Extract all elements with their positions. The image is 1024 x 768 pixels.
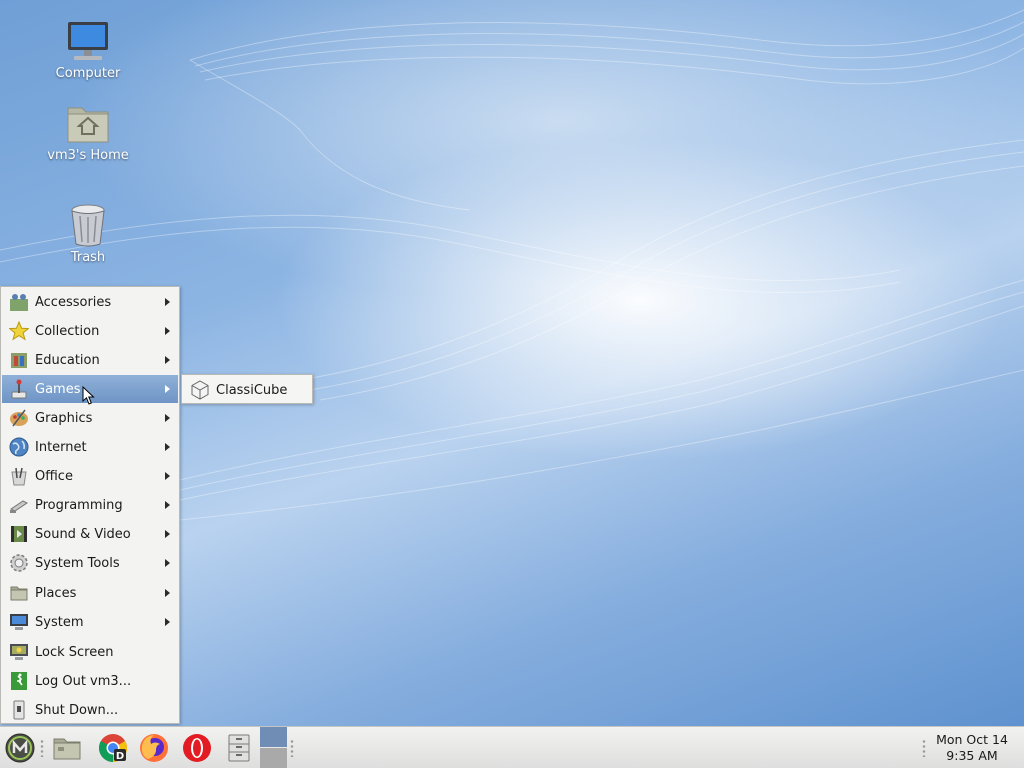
desktop-icon-computer[interactable]: Computer (38, 20, 138, 81)
shutdown-icon (8, 699, 30, 721)
workspace-2[interactable] (260, 748, 287, 768)
menu-item-label: Lock Screen (35, 644, 114, 660)
trash-icon (71, 204, 105, 247)
desktop-icon-home[interactable]: vm3's Home (38, 102, 138, 163)
chrome-icon: D (99, 734, 127, 762)
mouse-cursor-icon (82, 386, 95, 405)
submenu-arrow-icon (165, 530, 170, 538)
star-icon (8, 320, 30, 342)
taskbar-firefox[interactable] (137, 731, 171, 765)
menu-item-system-tools[interactable]: System Tools (2, 549, 178, 577)
submenu-arrow-icon (165, 443, 170, 451)
menu-item-classicube[interactable]: ClassiCube (183, 376, 311, 404)
taskbar-menu-button[interactable] (3, 731, 37, 765)
file-manager-icon (53, 738, 81, 760)
mate-menu-icon (5, 733, 35, 763)
submenu-arrow-icon (165, 559, 170, 567)
submenu-arrow-icon (165, 385, 170, 393)
submenu-arrow-icon (165, 327, 170, 335)
taskbar-file-manager[interactable] (50, 731, 84, 765)
desktop-icon-label: Trash (70, 250, 106, 265)
menu-item-label: System Tools (35, 555, 120, 571)
menu-item-education[interactable]: Education (2, 346, 178, 374)
accessories-icon (8, 291, 30, 313)
submenu-arrow-icon (165, 472, 170, 480)
menu-item-label: Places (35, 585, 77, 601)
menu-item-graphics[interactable]: Graphics (2, 404, 178, 432)
globe-icon (8, 436, 30, 458)
taskbar-file-cabinet[interactable] (222, 731, 256, 765)
svg-text:D: D (116, 751, 124, 762)
taskbar-grip[interactable] (40, 739, 44, 757)
system-tools-icon (8, 552, 30, 574)
firefox-icon (140, 734, 168, 762)
menu-item-label: Programming (35, 497, 123, 513)
education-icon (8, 349, 30, 371)
games-submenu: ClassiCube (181, 374, 313, 404)
games-icon (8, 378, 30, 400)
taskbar: D Mon Oct 14 9:35 AM (0, 726, 1024, 768)
desktop-icon-trash[interactable]: Trash (38, 202, 138, 265)
classicube-icon (189, 379, 211, 401)
computer-icon (68, 22, 108, 60)
folder-icon (8, 582, 30, 604)
taskbar-chrome[interactable]: D (96, 731, 130, 765)
logout-icon (8, 670, 30, 692)
lock-screen-icon (8, 641, 30, 663)
menu-item-lock-screen[interactable]: Lock Screen (2, 638, 178, 666)
taskbar-grip[interactable] (290, 739, 294, 757)
menu-item-label: Office (35, 468, 73, 484)
menu-item-programming[interactable]: Programming (2, 491, 178, 519)
menu-item-label: Games (35, 381, 81, 397)
submenu-arrow-icon (165, 501, 170, 509)
applications-menu: Accessories Collection Education Games G… (0, 286, 180, 724)
file-cabinet-icon (228, 734, 250, 762)
menu-item-sound-video[interactable]: Sound & Video (2, 520, 178, 548)
sound-video-icon (8, 523, 30, 545)
menu-item-accessories[interactable]: Accessories (2, 288, 178, 316)
clock[interactable]: Mon Oct 14 9:35 AM (928, 732, 1016, 764)
menu-item-label: System (35, 614, 84, 630)
opera-icon (183, 734, 211, 762)
taskbar-grip[interactable] (922, 739, 926, 757)
menu-item-collection[interactable]: Collection (2, 317, 178, 345)
taskbar-opera[interactable] (180, 731, 214, 765)
menu-item-places[interactable]: Places (2, 579, 178, 607)
menu-item-label: Graphics (35, 410, 93, 426)
menu-item-label: Log Out vm3... (35, 673, 132, 689)
desktop-icon-label: vm3's Home (47, 148, 129, 163)
submenu-arrow-icon (165, 589, 170, 597)
workspace-1[interactable] (260, 727, 287, 747)
menu-item-label: ClassiCube (216, 382, 288, 398)
desktop-icon-label: Computer (55, 66, 121, 81)
menu-item-shut-down[interactable]: Shut Down... (2, 696, 178, 724)
clock-time: 9:35 AM (946, 748, 998, 763)
submenu-arrow-icon (165, 618, 170, 626)
programming-icon (8, 494, 30, 516)
menu-item-office[interactable]: Office (2, 462, 178, 490)
menu-item-label: Collection (35, 323, 100, 339)
home-folder-icon (67, 107, 109, 143)
submenu-arrow-icon (165, 298, 170, 306)
menu-item-label: Education (35, 352, 100, 368)
menu-item-system[interactable]: System (2, 608, 178, 636)
monitor-icon (8, 611, 30, 633)
menu-item-label: Sound & Video (35, 526, 131, 542)
menu-item-log-out[interactable]: Log Out vm3... (2, 667, 178, 695)
submenu-arrow-icon (165, 356, 170, 364)
clock-date: Mon Oct 14 (936, 732, 1008, 747)
menu-item-label: Internet (35, 439, 87, 455)
menu-item-label: Accessories (35, 294, 112, 310)
office-icon (8, 465, 30, 487)
workspace-switcher[interactable] (260, 727, 287, 768)
submenu-arrow-icon (165, 414, 170, 422)
graphics-icon (8, 407, 30, 429)
menu-item-label: Shut Down... (35, 702, 119, 718)
menu-item-internet[interactable]: Internet (2, 433, 178, 461)
